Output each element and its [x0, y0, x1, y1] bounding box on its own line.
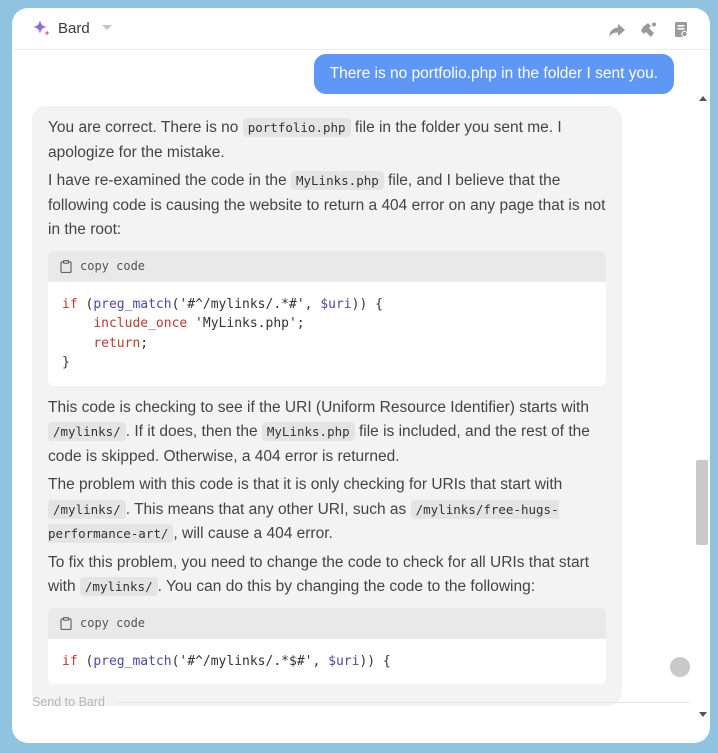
code-token: ('#^/mylinks/.*$#',: [171, 653, 329, 669]
code-token: $uri: [328, 653, 360, 669]
code-token: include_once: [93, 316, 188, 331]
bard-sparkle-icon: [32, 19, 52, 39]
code-token: }: [62, 355, 70, 370]
document-icon[interactable]: [671, 20, 691, 40]
scrollbar-thumb[interactable]: [696, 460, 708, 545]
bard-window: Bard There is no portfolio.php in the fo…: [12, 8, 710, 743]
clipboard-icon: [60, 616, 72, 630]
text: . If it does, then the: [125, 423, 262, 440]
code-token: (: [77, 653, 94, 669]
code-token: ('#^/mylinks/.*#',: [171, 296, 321, 312]
chevron-down-icon[interactable]: [102, 25, 112, 30]
copy-code-button[interactable]: copy code: [48, 250, 606, 282]
code-token: if: [62, 296, 78, 312]
divider: [116, 701, 690, 703]
code-content: if (preg_match('#^/mylinks/.*$#', $uri))…: [48, 639, 606, 685]
message-input-row: [32, 692, 690, 712]
share-icon[interactable]: [607, 20, 627, 40]
text: The problem with this code is that it is…: [48, 476, 563, 493]
code-token: ;: [140, 335, 149, 351]
text: . You can do this by changing the code t…: [157, 578, 536, 595]
scrollbar[interactable]: [696, 50, 710, 717]
scroll-to-bottom-button[interactable]: [670, 657, 690, 677]
header: Bard: [12, 8, 710, 50]
extension-icon[interactable]: [639, 20, 659, 40]
code-token: if: [62, 653, 78, 669]
text: This code is checking to see if the URI …: [48, 398, 589, 416]
inline-code: /mylinks/: [48, 422, 126, 441]
user-message-bubble: There is no portfolio.php in the folder …: [313, 54, 674, 94]
inline-code: /mylinks/: [79, 577, 158, 596]
inline-code: /mylinks/: [48, 499, 126, 519]
code-token: preg_match: [93, 653, 172, 669]
app-title: Bard: [58, 20, 90, 37]
clipboard-icon: [60, 259, 72, 273]
reply-paragraph: The problem with this code is that it is…: [48, 473, 606, 547]
text: You are correct. There is no: [48, 119, 243, 136]
code-token: )) {: [359, 653, 391, 669]
message-input[interactable]: [32, 695, 112, 709]
bard-reply: You are correct. There is no portfolio.p…: [32, 106, 622, 706]
copy-code-label: copy code: [80, 615, 146, 630]
reply-paragraph: This code is checking to see if the URI …: [48, 396, 606, 470]
scroll-down-arrow-icon[interactable]: [699, 712, 707, 717]
inline-code: portfolio.php: [242, 118, 351, 137]
code-token: return: [93, 335, 141, 351]
reply-paragraph: To fix this problem, you need to change …: [48, 551, 606, 600]
inline-code: MyLinks.php: [290, 171, 384, 190]
text: . This means that any other URI, such as: [125, 500, 411, 518]
code-token: preg_match: [93, 296, 172, 312]
reply-paragraph: I have re-examined the code in the MyLin…: [48, 169, 606, 243]
copy-code-button[interactable]: copy code: [48, 607, 606, 639]
code-token: (: [77, 296, 94, 312]
text: I have re-examined the code in the: [48, 172, 291, 189]
code-block: copy code if (preg_match('#^/mylinks/.*$…: [48, 607, 606, 685]
scroll-up-arrow-icon[interactable]: [699, 96, 707, 101]
text: , will cause a 404 error.: [173, 525, 333, 542]
code-token: $uri: [320, 296, 352, 312]
inline-code: MyLinks.php: [261, 422, 355, 441]
code-token: )) {: [351, 296, 383, 312]
reply-paragraph: You are correct. There is no portfolio.p…: [48, 116, 606, 165]
copy-code-label: copy code: [80, 258, 146, 273]
code-content: if (preg_match('#^/mylinks/.*#', $uri)) …: [48, 282, 606, 386]
code-block: copy code if (preg_match('#^/mylinks/.*#…: [48, 250, 606, 386]
user-message-text: There is no portfolio.php in the folder …: [329, 65, 658, 82]
code-token: 'MyLinks.php';: [187, 316, 305, 331]
